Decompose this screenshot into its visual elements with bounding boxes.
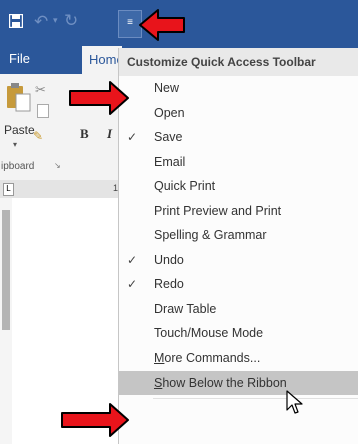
menu-item-label: Quick Print	[154, 179, 216, 193]
red-arrow-icon	[139, 9, 185, 41]
tab-file[interactable]: File	[9, 51, 30, 66]
menu-item[interactable]: Quick Print	[119, 174, 358, 198]
menu-item[interactable]: ✓ Save	[119, 125, 358, 149]
italic-button[interactable]: I	[107, 126, 112, 142]
menu-item-label: Save	[154, 130, 183, 144]
checkmark-icon: ✓	[127, 253, 138, 267]
menu-item[interactable]: Draw Table	[119, 297, 358, 321]
menu-item-label: Undo	[154, 253, 184, 267]
menu-item-label: Show Below the Ribbon	[154, 376, 287, 390]
vertical-ruler	[0, 198, 12, 444]
cut-icon[interactable]: ✂	[35, 82, 46, 98]
menu-item[interactable]: Email	[119, 150, 358, 174]
menu-item-label: Spelling & Grammar	[154, 228, 267, 242]
menu-item[interactable]: Open	[119, 101, 358, 125]
menu-separator	[153, 398, 358, 399]
menu-item[interactable]: ✓ Undo	[119, 248, 358, 272]
dropdown-icon: ≡	[127, 17, 133, 28]
copy-icon[interactable]	[37, 104, 49, 118]
ruler-margin	[2, 210, 10, 330]
menu-item[interactable]: ✓ Redo	[119, 272, 358, 296]
dialog-launcher-icon[interactable]: ↘	[54, 161, 61, 170]
menu-item[interactable]: Touch/Mouse Mode	[119, 321, 358, 345]
menu-item[interactable]: Spelling & Grammar	[119, 223, 358, 247]
menu-item-label: Redo	[154, 277, 184, 291]
menu-item-label: Print Preview and Print	[154, 204, 282, 218]
horizontal-ruler: L 1	[0, 180, 125, 198]
checkmark-icon: ✓	[127, 130, 138, 144]
red-arrow-icon	[61, 403, 129, 437]
paste-icon[interactable]	[6, 82, 32, 112]
checkmark-icon: ✓	[127, 277, 138, 291]
clipboard-group-label: ipboard	[1, 161, 35, 172]
menu-item-label: New	[154, 81, 180, 95]
menu-item[interactable]: More Commands...	[119, 346, 358, 370]
menu-item[interactable]: New	[119, 76, 358, 100]
menu-item-label: Email	[154, 155, 186, 169]
format-painter-icon[interactable]: ✎	[33, 129, 43, 143]
menu-item-label: Draw Table	[154, 302, 217, 316]
paste-button[interactable]: Paste	[4, 123, 35, 137]
menu-item-label: Touch/Mouse Mode	[154, 326, 264, 340]
bold-button[interactable]: B	[80, 126, 89, 142]
undo-icon[interactable]: ↶	[34, 13, 48, 30]
menu-item[interactable]: Print Preview and Print	[119, 199, 358, 223]
paste-dropdown-icon[interactable]: ▾	[13, 140, 17, 149]
menu-item[interactable]: Show Below the Ribbon	[119, 371, 358, 395]
mouse-cursor-icon	[286, 390, 303, 414]
menu-item-label: Open	[154, 106, 185, 120]
red-arrow-icon	[69, 81, 129, 115]
menu-item-label: More Commands...	[154, 351, 261, 365]
menu-title: Customize Quick Access Toolbar	[119, 48, 358, 76]
tab-home[interactable]: Home	[82, 46, 124, 74]
save-icon[interactable]	[9, 14, 23, 28]
customize-qat-menu: Customize Quick Access Toolbar New Open ✓ S…	[118, 48, 358, 444]
undo-dropdown-icon[interactable]: ▾	[53, 16, 58, 25]
tab-selector[interactable]: L	[3, 183, 14, 196]
redo-icon[interactable]: ↻	[64, 12, 78, 29]
